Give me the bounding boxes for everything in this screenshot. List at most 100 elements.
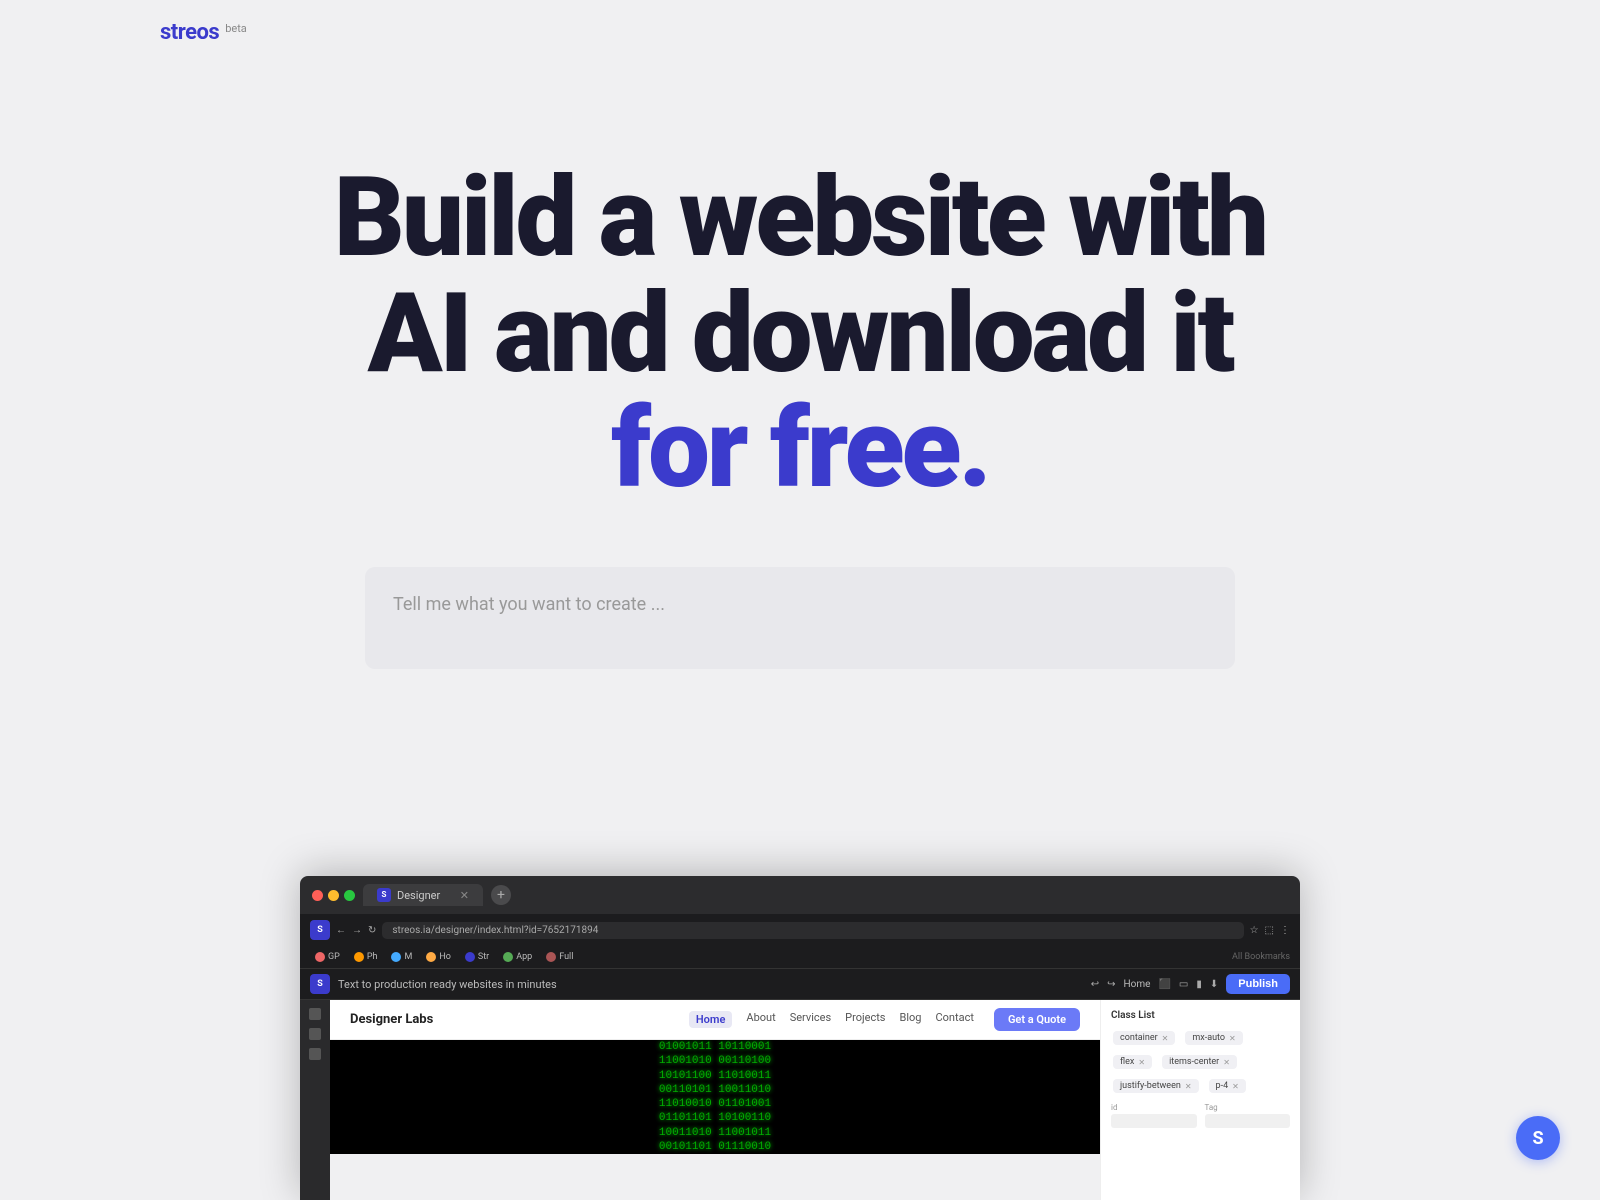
navbar: streos beta xyxy=(0,0,1600,65)
reload-icon[interactable]: ↻ xyxy=(368,925,376,936)
class-tag-flex[interactable]: flex ✕ xyxy=(1113,1055,1152,1069)
back-icon[interactable]: ← xyxy=(336,925,346,936)
traffic-lights xyxy=(312,890,355,901)
sidebar-icon-2[interactable] xyxy=(309,1028,321,1040)
remove-container-icon[interactable]: ✕ xyxy=(1162,1034,1169,1043)
panel-section-title: Class List xyxy=(1111,1010,1290,1021)
new-tab-button[interactable]: + xyxy=(491,885,511,905)
minimize-dot xyxy=(328,890,339,901)
hero-section: Build a website with AI and download it … xyxy=(0,0,1600,669)
website-cta-button[interactable]: Get a Quote xyxy=(994,1008,1080,1031)
device-mobile-icon[interactable]: ▮ xyxy=(1196,979,1202,990)
nav-link-home[interactable]: Home xyxy=(689,1011,733,1028)
tab-close-icon[interactable]: ✕ xyxy=(460,889,469,902)
inner-main-area: Designer Labs Home About Services Projec… xyxy=(330,1000,1100,1200)
class-tag-justify-between[interactable]: justify-between ✕ xyxy=(1113,1079,1199,1093)
remove-p4-icon[interactable]: ✕ xyxy=(1232,1082,1239,1091)
user-avatar[interactable]: S xyxy=(1516,1116,1560,1160)
prompt-container[interactable] xyxy=(365,567,1235,669)
nav-link-projects[interactable]: Projects xyxy=(845,1011,885,1028)
download-icon[interactable]: ⬇ xyxy=(1210,979,1218,990)
bm-ph-icon xyxy=(354,952,364,962)
panel-id-field: id xyxy=(1111,1103,1197,1128)
remove-items-center-icon[interactable]: ✕ xyxy=(1223,1058,1230,1067)
class-tag-mx-auto[interactable]: mx-auto ✕ xyxy=(1185,1031,1242,1045)
close-dot xyxy=(312,890,323,901)
nav-link-about[interactable]: About xyxy=(746,1011,775,1028)
hero-title-line2: AI and download it xyxy=(368,269,1233,398)
panel-id-input[interactable] xyxy=(1111,1114,1197,1128)
browser-preview: S Designer ✕ + S ← → ↻ streos.ia/designe… xyxy=(300,876,1300,1200)
url-bar[interactable]: streos.ia/designer/index.html?id=7652171… xyxy=(382,922,1243,939)
panel-field-row: id Tag xyxy=(1111,1103,1290,1128)
class-tags-row-1: container ✕ mx-auto ✕ flex ✕ items-cente… xyxy=(1111,1029,1290,1071)
nav-link-contact[interactable]: Contact xyxy=(935,1011,973,1028)
bookmark-gp[interactable]: GP xyxy=(310,950,345,964)
class-tag-items-center[interactable]: items-center ✕ xyxy=(1162,1055,1237,1069)
streos-home-label: Home xyxy=(1124,979,1151,990)
nav-link-blog[interactable]: Blog xyxy=(900,1011,922,1028)
website-nav: Designer Labs Home About Services Projec… xyxy=(330,1000,1100,1040)
inner-website-preview: Designer Labs Home About Services Projec… xyxy=(300,1000,1300,1200)
hero-title-line1: Build a website with xyxy=(334,153,1266,282)
website-logo: Designer Labs xyxy=(350,1012,433,1027)
bookmarks-bar: GP Ph M Ho Str App Full All Bookmarks xyxy=(300,946,1300,969)
logo-text: streos xyxy=(160,20,219,45)
device-tablet-icon[interactable]: ▭ xyxy=(1179,979,1188,990)
remove-flex-icon[interactable]: ✕ xyxy=(1138,1058,1145,1067)
class-tags-row-2: justify-between ✕ p-4 ✕ xyxy=(1111,1077,1290,1095)
panel-tag-label: Tag xyxy=(1205,1103,1291,1112)
extensions-icon[interactable]: ⬚ xyxy=(1265,925,1274,936)
website-nav-links: Home About Services Projects Blog Contac… xyxy=(689,1011,974,1028)
tab-favicon: S xyxy=(377,888,391,902)
bm-ho-icon xyxy=(426,952,436,962)
panel-tag-field: Tag xyxy=(1205,1103,1291,1128)
bookmark-icon[interactable]: ☆ xyxy=(1250,925,1259,936)
bm-m-icon xyxy=(391,952,401,962)
nav-link-services[interactable]: Services xyxy=(790,1011,831,1028)
user-avatar-initial: S xyxy=(1532,1128,1543,1149)
beta-badge: beta xyxy=(225,22,247,35)
bm-app-icon xyxy=(503,952,513,962)
nav-history-fwd[interactable]: ↪ xyxy=(1107,979,1115,990)
publish-button[interactable]: Publish xyxy=(1226,974,1290,994)
panel-id-label: id xyxy=(1111,1103,1197,1112)
bookmark-app[interactable]: App xyxy=(498,950,537,964)
all-bookmarks-label: All Bookmarks xyxy=(1232,952,1290,962)
sidebar-icon-1[interactable] xyxy=(309,1008,321,1020)
bookmark-full[interactable]: Full xyxy=(541,950,578,964)
right-panel: Class List container ✕ mx-auto ✕ flex ✕ … xyxy=(1100,1000,1300,1200)
bm-gp-icon xyxy=(315,952,325,962)
class-tag-p4[interactable]: p-4 ✕ xyxy=(1209,1079,1246,1093)
class-tag-container[interactable]: container ✕ xyxy=(1113,1031,1175,1045)
matrix-text: 01001011 10110001 11001010 00110100 1010… xyxy=(659,1040,771,1154)
tab-label: Designer xyxy=(397,889,440,902)
browser-tab[interactable]: S Designer ✕ xyxy=(363,884,483,906)
remove-mx-auto-icon[interactable]: ✕ xyxy=(1229,1034,1236,1043)
browser-toolbar: S ← → ↻ streos.ia/designer/index.html?id… xyxy=(300,914,1300,946)
logo-container[interactable]: streos beta xyxy=(160,20,247,45)
bm-str-icon xyxy=(465,952,475,962)
hero-title: Build a website with AI and download it … xyxy=(334,160,1266,507)
browser-chrome: S Designer ✕ + xyxy=(300,876,1300,914)
hero-title-line3: for free. xyxy=(611,384,989,513)
menu-icon[interactable]: ⋮ xyxy=(1280,925,1290,936)
bm-full-icon xyxy=(546,952,556,962)
remove-justify-between-icon[interactable]: ✕ xyxy=(1185,1082,1192,1091)
matrix-background: 01001011 10110001 11001010 00110100 1010… xyxy=(330,1040,1100,1154)
prompt-input[interactable] xyxy=(393,591,1207,645)
inner-sidebar xyxy=(300,1000,330,1200)
toolbar-favicon: S xyxy=(310,920,330,940)
panel-tag-input[interactable] xyxy=(1205,1114,1291,1128)
nav-history-back[interactable]: ↩ xyxy=(1091,979,1099,990)
forward-icon[interactable]: → xyxy=(352,925,362,936)
sidebar-icon-3[interactable] xyxy=(309,1048,321,1060)
device-desktop-icon[interactable]: ⬛ xyxy=(1158,979,1170,990)
streos-tagline: Text to production ready websites in min… xyxy=(338,978,1083,991)
bookmark-ph[interactable]: Ph xyxy=(349,950,383,964)
streos-app-header: S Text to production ready websites in m… xyxy=(300,969,1300,1000)
bookmark-str[interactable]: Str xyxy=(460,950,494,964)
bookmark-ho[interactable]: Ho xyxy=(421,950,456,964)
bookmark-m[interactable]: M xyxy=(386,950,417,964)
maximize-dot xyxy=(344,890,355,901)
